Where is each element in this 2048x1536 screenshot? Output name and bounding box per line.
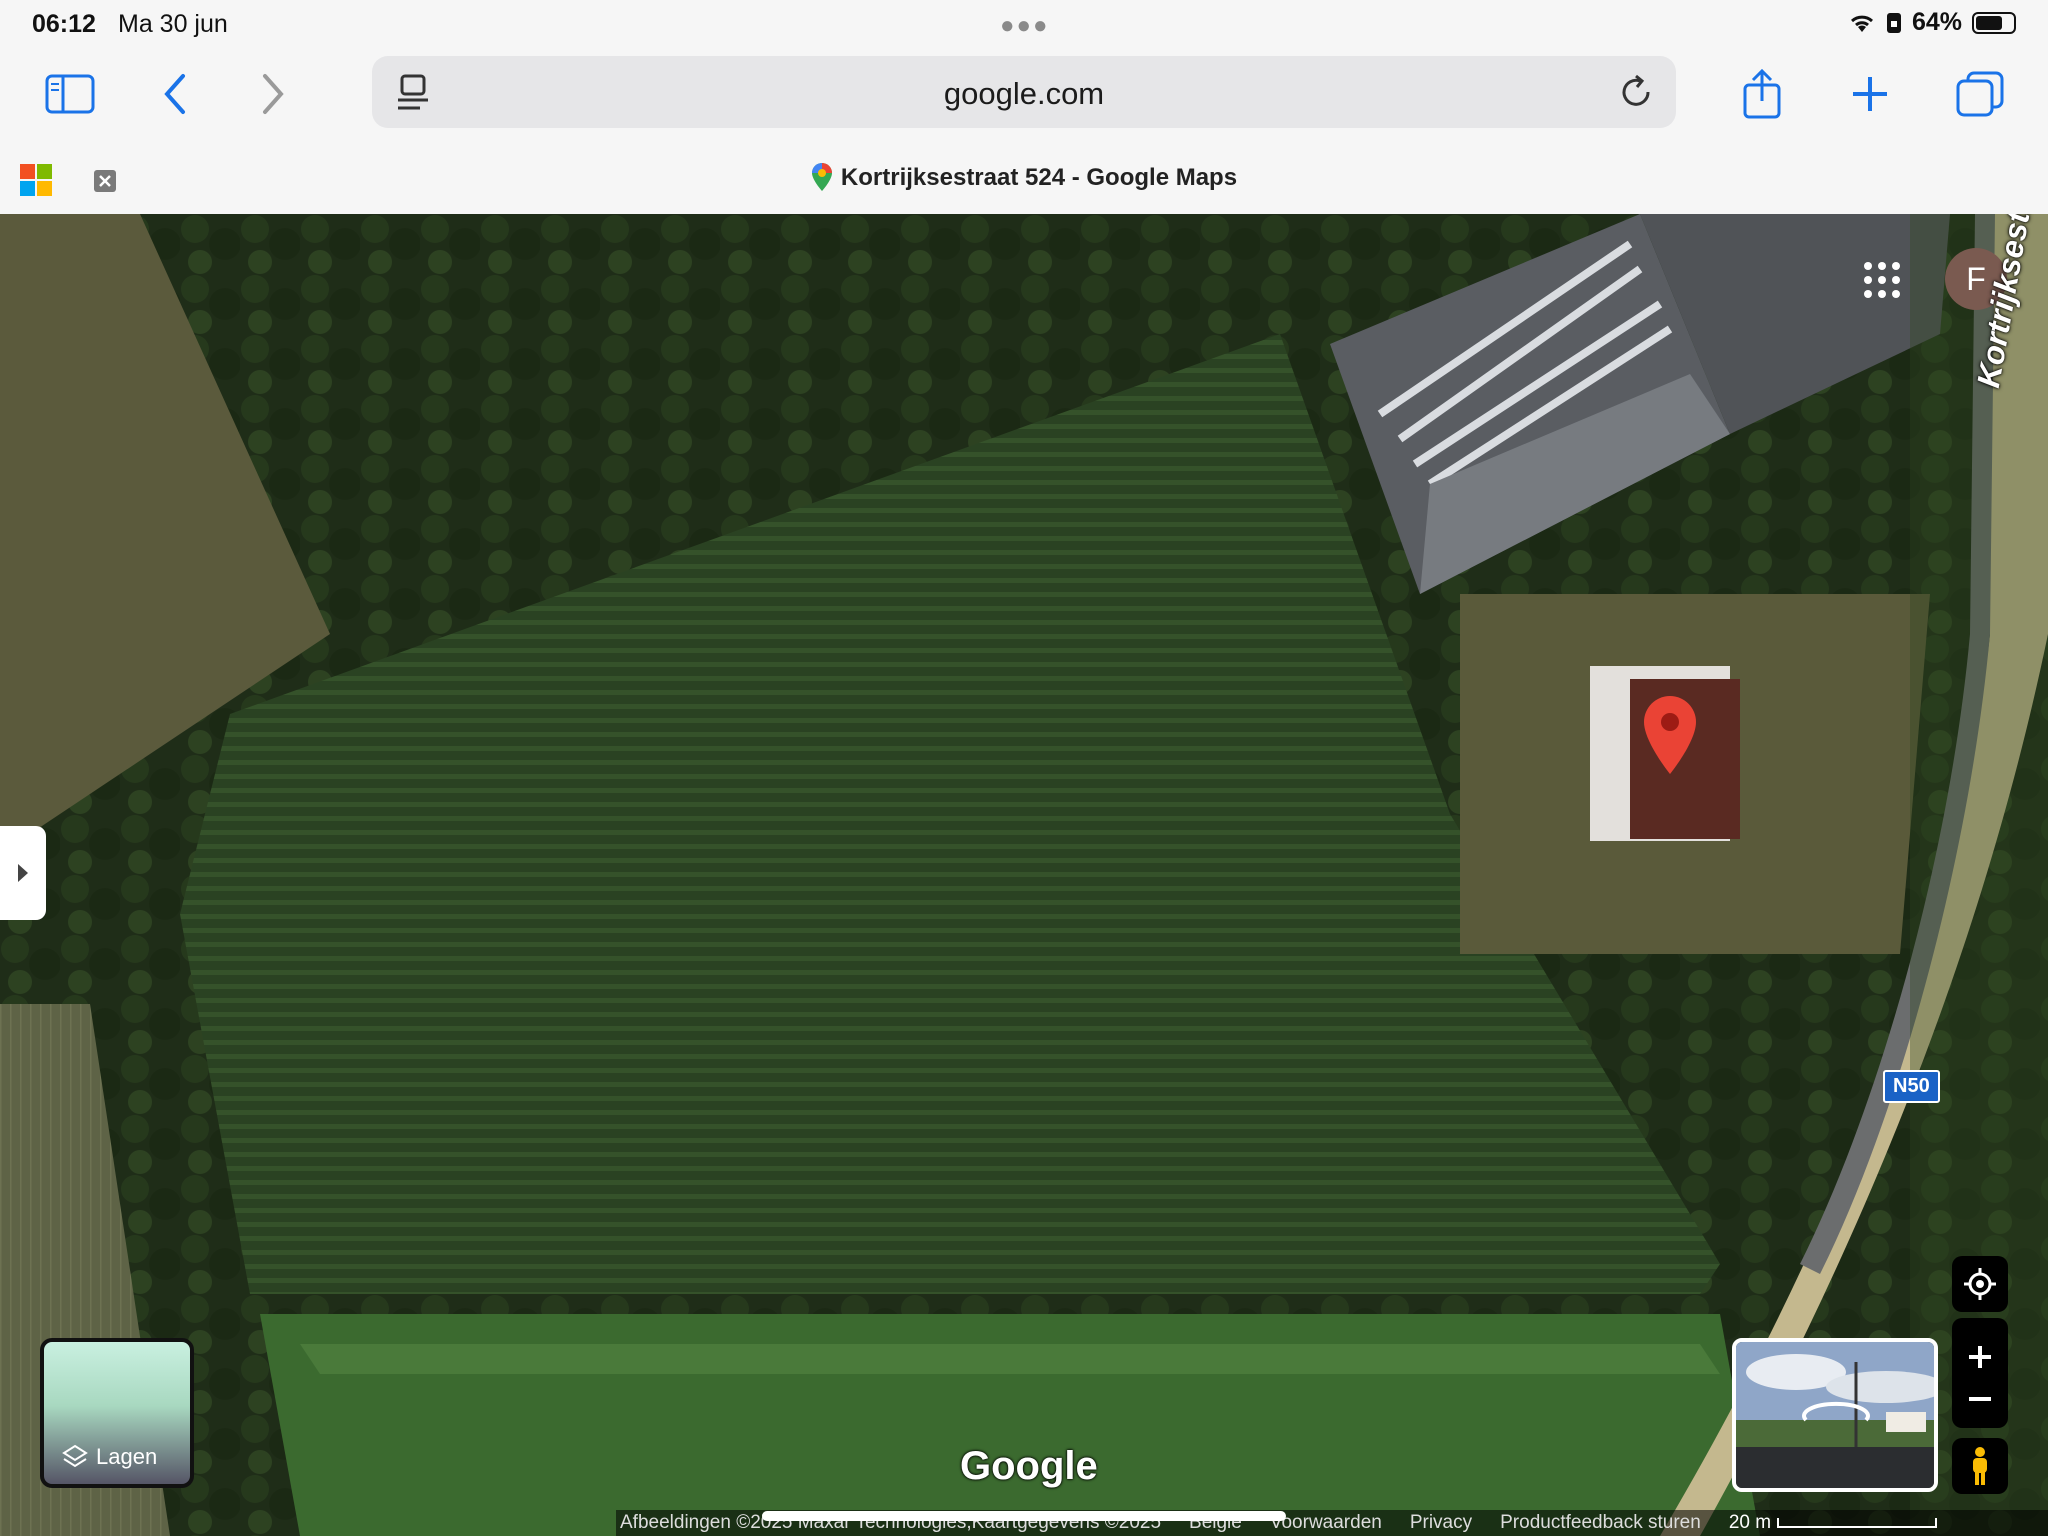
status-right: 64% (1848, 8, 2016, 37)
side-panel-toggle[interactable] (0, 826, 46, 920)
google-apps-icon[interactable] (1864, 262, 1900, 298)
sidebar-icon[interactable] (42, 66, 98, 122)
map-canvas[interactable]: F Kortrijksestraat N50 Lagen Google Afbe… (0, 214, 2048, 1536)
tab-bar: Kortrijksestraat 524 - Google Maps (0, 140, 2048, 215)
google-logo: Google (960, 1444, 1098, 1488)
battery-icon (1972, 11, 2016, 34)
battery-percent: 64% (1911, 8, 1962, 36)
zoom-in-icon[interactable] (1967, 1344, 1993, 1370)
back-icon[interactable] (148, 66, 204, 122)
address-bar[interactable]: google.com (372, 56, 1676, 128)
layers-button[interactable]: Lagen (40, 1338, 194, 1488)
multitasking-dots-icon[interactable]: ●●● (1000, 12, 1050, 40)
scale-label: 20 m (1728, 1512, 1772, 1533)
pegman-button[interactable] (1952, 1438, 2008, 1494)
forward-icon[interactable] (244, 66, 300, 122)
zoom-out-icon[interactable] (1967, 1396, 1993, 1402)
privacy-link[interactable]: Privacy (1410, 1512, 1472, 1534)
route-badge: N50 (1883, 1070, 1940, 1103)
pegman-icon (1973, 1447, 1987, 1485)
status-date: Ma 30 jun (118, 10, 228, 38)
terms-link[interactable]: Voorwaarden (1270, 1512, 1382, 1534)
crosshair-icon (1964, 1268, 1996, 1300)
wifi-icon (1850, 15, 1873, 32)
google-maps-icon (811, 163, 832, 191)
share-icon[interactable] (1734, 66, 1790, 122)
location-pin-icon[interactable] (1640, 694, 1700, 778)
my-location-button[interactable] (1952, 1256, 2008, 1312)
reload-icon[interactable] (1618, 74, 1654, 110)
layers-icon (62, 1444, 88, 1468)
lock-rotation-icon (1886, 12, 1901, 33)
layers-label: Lagen (96, 1444, 158, 1469)
status-time: 06:12 (32, 10, 96, 38)
status-bar: 06:12 Ma 30 jun ●●● 64% (0, 0, 2048, 48)
tab-title: Kortrijksestraat 524 - Google Maps (840, 164, 1238, 191)
feedback-link[interactable]: Productfeedback sturen (1500, 1512, 1701, 1534)
home-indicator[interactable] (762, 1511, 1286, 1521)
new-tab-icon[interactable] (1842, 66, 1898, 122)
url-text: google.com (943, 76, 1105, 111)
caret-right-icon (18, 864, 28, 882)
tabs-overview-icon[interactable] (1952, 66, 2008, 122)
zoom-controls (1952, 1318, 2008, 1428)
browser-toolbar: google.com (0, 48, 2048, 140)
active-tab[interactable]: Kortrijksestraat 524 - Google Maps (0, 162, 2048, 192)
scale-bar[interactable]: 20 m (1728, 1512, 1938, 1534)
street-view-thumbnail[interactable] (1732, 1338, 1938, 1492)
